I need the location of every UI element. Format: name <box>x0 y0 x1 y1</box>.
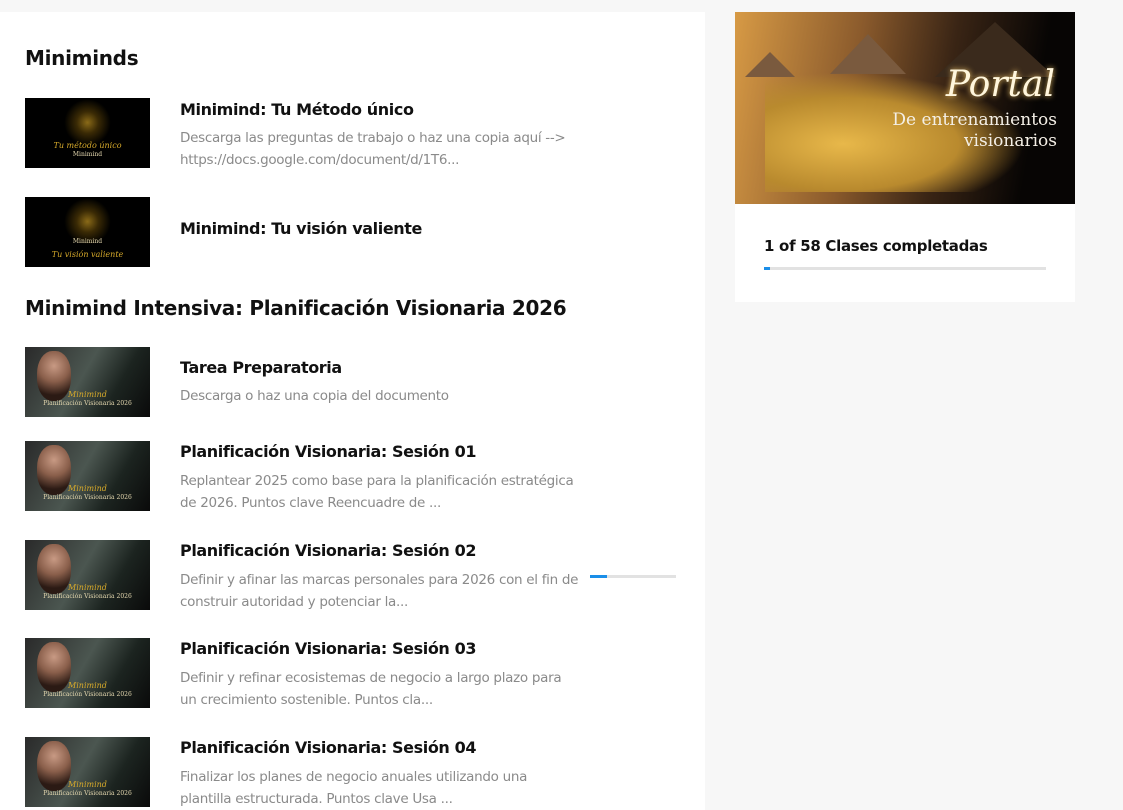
lesson-item[interactable]: Minimind Planificación Visionaria 2026 Pl… <box>25 737 685 809</box>
thumbnail-caption: Minimind <box>72 151 103 158</box>
lesson-thumbnail[interactable]: Minimind Tu visión valiente <box>25 197 150 267</box>
lesson-title[interactable]: Planificación Visionaria: Sesión 04 <box>180 738 476 757</box>
lesson-description: Finalizar los planes de negocio anuales … <box>180 769 528 807</box>
lesson-item[interactable]: Minimind Tu visión valiente Minimind: Tu … <box>25 197 685 269</box>
thumbnail-script: Minimind <box>68 583 107 592</box>
thumbnail-caption: Planificación Visionaria 2026 <box>43 400 132 407</box>
lesson-item[interactable]: Minimind Planificación Visionaria 2026 Ta… <box>25 347 685 419</box>
course-progress-bar <box>764 267 1046 270</box>
lesson-title[interactable]: Planificación Visionaria: Sesión 02 <box>180 541 476 560</box>
course-content: Miniminds Tu método único Minimind Minimi… <box>0 12 705 810</box>
lesson-title[interactable]: Planificación Visionaria: Sesión 01 <box>180 442 476 461</box>
hero-subtitle-line: De entrenamientos <box>892 110 1057 130</box>
lesson-thumbnail[interactable]: Minimind Planificación Visionaria 2026 <box>25 540 150 610</box>
course-hero-image: Portal De entrenamientos visionarios <box>735 12 1075 204</box>
thumbnail-caption: Planificación Visionaria 2026 <box>43 593 132 600</box>
lesson-progress-fill <box>590 575 608 578</box>
lesson-item[interactable]: Tu método único Minimind Minimind: Tu Mét… <box>25 98 685 170</box>
section-title: Miniminds <box>25 46 139 70</box>
hero-subtitle-line: visionarios <box>963 131 1057 151</box>
lesson-thumbnail[interactable]: Minimind Planificación Visionaria 2026 <box>25 441 150 511</box>
lesson-item[interactable]: Minimind Planificación Visionaria 2026 Pl… <box>25 638 685 710</box>
section-title: Minimind Intensiva: Planificación Vision… <box>25 296 567 320</box>
thumbnail-caption: Planificación Visionaria 2026 <box>43 494 132 501</box>
lesson-description: Descarga las preguntas de trabajo o haz … <box>180 130 566 168</box>
lesson-item[interactable]: Minimind Planificación Visionaria 2026 Pl… <box>25 441 685 513</box>
progress-label: 1 of 58 Clases completadas <box>764 237 988 255</box>
course-progress-card: Portal De entrenamientos visionarios 1 of… <box>735 12 1075 302</box>
lesson-thumbnail[interactable]: Minimind Planificación Visionaria 2026 <box>25 638 150 708</box>
lesson-title[interactable]: Minimind: Tu visión valiente <box>180 219 422 238</box>
thumbnail-script: Minimind <box>68 390 107 399</box>
lesson-thumbnail[interactable]: Tu método único Minimind <box>25 98 150 168</box>
lesson-description: Replantear 2025 como base para la planif… <box>180 473 574 511</box>
lesson-progress-bar <box>590 575 676 578</box>
thumbnail-script: Tu método único <box>53 141 122 150</box>
thumbnail-caption: Planificación Visionaria 2026 <box>43 790 132 797</box>
course-progress-fill <box>764 267 770 270</box>
thumbnail-script: Tu visión valiente <box>51 250 124 259</box>
hero-subtitle: De entrenamientos visionarios <box>892 110 1057 152</box>
lesson-description: Definir y afinar las marcas personales p… <box>180 572 579 610</box>
thumbnail-script: Minimind <box>68 681 107 690</box>
thumbnail-caption: Minimind <box>72 238 103 245</box>
lesson-description: Descarga o haz una copia del documento <box>180 388 449 404</box>
thumbnail-caption: Planificación Visionaria 2026 <box>43 691 132 698</box>
lesson-description: Definir y refinar ecosistemas de negocio… <box>180 670 562 708</box>
thumbnail-script: Minimind <box>68 780 107 789</box>
thumbnail-script: Minimind <box>68 484 107 493</box>
lesson-title[interactable]: Tarea Preparatoria <box>180 358 342 377</box>
lesson-title[interactable]: Minimind: Tu Método único <box>180 100 414 119</box>
hero-script-title: Portal <box>945 64 1055 105</box>
lesson-item[interactable]: Minimind Planificación Visionaria 2026 Pl… <box>25 540 685 612</box>
lesson-title[interactable]: Planificación Visionaria: Sesión 03 <box>180 639 476 658</box>
lesson-thumbnail[interactable]: Minimind Planificación Visionaria 2026 <box>25 347 150 417</box>
lesson-thumbnail[interactable]: Minimind Planificación Visionaria 2026 <box>25 737 150 807</box>
